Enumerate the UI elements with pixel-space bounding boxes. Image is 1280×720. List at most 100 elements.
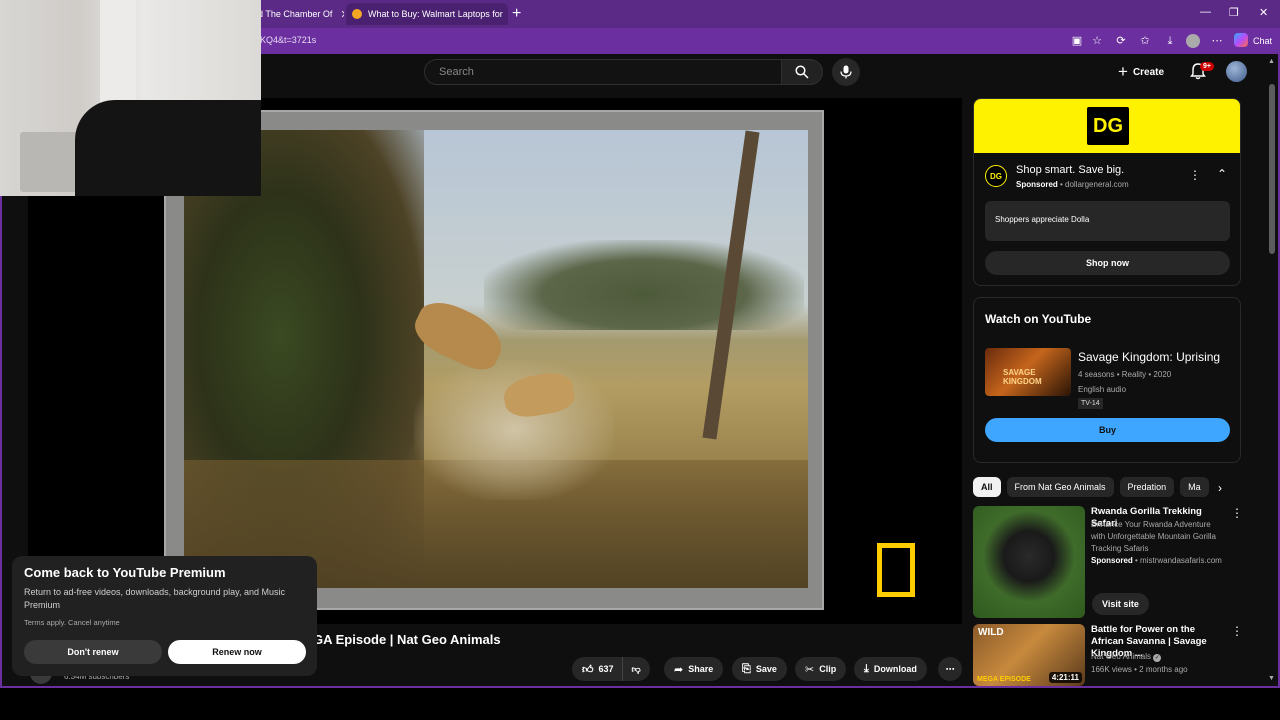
voice-search-button[interactable] [832, 58, 860, 86]
visit-site-button[interactable]: Visit site [1092, 593, 1149, 615]
thumbs-up-icon: 👍︎ [582, 663, 594, 676]
minimize-icon[interactable]: — [1200, 6, 1211, 18]
microphone-icon [840, 65, 852, 79]
clip-label: Clip [819, 664, 837, 674]
share-icon: ➦ [674, 663, 684, 676]
tab-title: d The Chamber Of [258, 9, 333, 19]
scroll-up-icon[interactable]: ▲ [1268, 58, 1275, 65]
ad-domain: dollargeneral.com [1065, 180, 1129, 189]
save-label: Save [755, 664, 777, 674]
clip-button[interactable]: ✂ Clip [795, 657, 847, 681]
rec-domain: mistrwandasafaris.com [1140, 556, 1222, 565]
more-actions-group: ⋯ [938, 657, 962, 681]
video-thumbnail[interactable]: WILD MEGA EPISODE 4:21:11 [973, 624, 1085, 686]
search-placeholder: Search [439, 66, 474, 78]
dg-logo: DG [1087, 107, 1129, 145]
rec-description: Enhance Your Rwanda Adventure with Unfor… [1091, 520, 1216, 553]
sponsored-label: Sponsored [1091, 556, 1133, 565]
save-group: ⎘ Save [732, 657, 787, 681]
recommendation-item[interactable]: Rwanda Gorilla Trekking Safari Enhance Y… [973, 506, 1243, 618]
popup-terms: Terms apply. Cancel anytime [24, 618, 120, 627]
browser-tab[interactable]: d The Chamber Of ✕ [258, 3, 344, 25]
create-button[interactable]: + Create [1118, 61, 1164, 83]
ad-title[interactable]: Shop smart. Save big. [1016, 164, 1124, 176]
thumb-mega-text: MEGA EPISODE [977, 676, 1031, 683]
dislike-button[interactable]: 👎︎ [621, 657, 650, 681]
show-poster[interactable]: SAVAGE KINGDOM [985, 348, 1071, 396]
scroll-down-icon[interactable]: ▼ [1268, 675, 1275, 682]
ad-banner[interactable]: DG [974, 99, 1240, 153]
close-window-icon[interactable]: ✕ [1259, 6, 1268, 19]
natgeo-logo [877, 543, 915, 597]
extensions-icon[interactable]: ⟳ [1114, 34, 1128, 48]
sponsored-ad-card: DG DG Shop smart. Save big. Sponsored • … [973, 98, 1241, 286]
clip-group: ✂ Clip [795, 657, 847, 681]
search-icon [795, 65, 809, 79]
url-field[interactable]: KQ4&t=3721s [260, 35, 316, 45]
chip-all[interactable]: All [973, 477, 1001, 497]
new-tab-icon[interactable]: + [512, 5, 521, 23]
scissors-icon: ✂ [805, 663, 815, 676]
watch-on-youtube-card: Watch on YouTube SAVAGE KINGDOM Savage K… [973, 297, 1241, 463]
favicon-icon [352, 9, 362, 19]
account-avatar[interactable] [1226, 61, 1247, 82]
sponsored-label: Sponsored [1016, 180, 1058, 189]
rec-menu-icon[interactable]: ⋮ [1231, 624, 1243, 638]
rec-channel-line[interactable]: Nat Geo Animals ✓ [1091, 651, 1227, 663]
chip-from-nat-geo[interactable]: From Nat Geo Animals [1006, 477, 1114, 497]
more-menu-icon[interactable]: ⋯ [1210, 34, 1224, 48]
ad-menu-icon[interactable]: ⋮ [1189, 168, 1201, 182]
reader-icon[interactable]: ▣ [1070, 34, 1084, 48]
rating-badge: TV-14 [1078, 398, 1103, 409]
download-icon: ⤓ [864, 662, 869, 675]
popup-description: Return to ad-free videos, downloads, bac… [24, 587, 285, 610]
downloads-icon[interactable]: ⤓ [1163, 34, 1177, 48]
search-button[interactable] [781, 59, 823, 85]
chevron-right-icon[interactable]: › [1218, 481, 1222, 495]
dont-renew-button[interactable]: Don't renew [24, 640, 162, 664]
rec-menu-icon[interactable]: ⋮ [1231, 506, 1243, 520]
video-title: GA Episode | Nat Geo Animals [313, 632, 501, 647]
download-button[interactable]: ⤓ Download [854, 657, 927, 681]
duration-badge: 4:21:11 [1048, 672, 1082, 683]
show-audio: English audio [1078, 385, 1127, 394]
show-title[interactable]: Savage Kingdom: Uprising [1078, 350, 1220, 364]
shop-now-button[interactable]: Shop now [985, 251, 1230, 275]
popup-title: Come back to YouTube Premium [24, 565, 226, 580]
create-label: Create [1132, 66, 1165, 78]
search-input[interactable]: Search [424, 59, 782, 85]
favorites-icon[interactable]: ✩ [1138, 34, 1152, 48]
renew-now-button[interactable]: Renew now [168, 640, 306, 664]
ad-sponsor-line: Sponsored • dollargeneral.com [1016, 180, 1129, 189]
collapse-chevron-icon[interactable]: ⌃ [1217, 167, 1227, 181]
advertiser-icon[interactable]: DG [985, 165, 1007, 187]
more-actions-button[interactable]: ⋯ [938, 657, 962, 681]
save-button[interactable]: ⎘ Save [732, 657, 787, 681]
bookmark-icon: ⎘ [742, 662, 751, 675]
scrollbar-thumb[interactable] [1269, 84, 1275, 254]
recommendation-item[interactable]: WILD MEGA EPISODE 4:21:11 Battle for Pow… [973, 624, 1243, 686]
like-button[interactable]: 👍︎ 637 [572, 657, 622, 681]
tab-title: What to Buy: Walmart Laptops for [368, 9, 503, 19]
favorite-star-icon[interactable]: ☆ [1090, 34, 1104, 48]
share-button[interactable]: ➦ Share [664, 657, 724, 681]
video-content[interactable] [184, 130, 808, 588]
gorilla-thumbnail[interactable] [973, 506, 1085, 618]
close-tab-icon[interactable]: ✕ [340, 8, 344, 21]
chat-label[interactable]: Chat [1253, 36, 1272, 46]
more-icon: ⋯ [945, 663, 955, 674]
ad-text-box: Shoppers appreciate Dolla [985, 201, 1230, 241]
chip-more[interactable]: Ma [1180, 477, 1209, 497]
profile-icon[interactable] [1186, 34, 1200, 48]
restore-icon[interactable]: ❐ [1229, 6, 1239, 19]
show-meta: 4 seasons • Reality • 2020 [1078, 370, 1172, 379]
buy-button[interactable]: Buy [985, 418, 1230, 442]
chip-predation[interactable]: Predation [1119, 477, 1175, 497]
like-count: 637 [598, 664, 614, 674]
like-dislike-group: 👍︎ 637 👎︎ [572, 657, 650, 681]
copilot-icon[interactable] [1234, 33, 1248, 47]
browser-tab-active[interactable]: What to Buy: Walmart Laptops for ✕ [346, 3, 508, 25]
thumb-wild-text: WILD [978, 627, 1004, 638]
premium-renewal-popup: Come back to YouTube Premium Return to a… [12, 556, 317, 676]
watch-heading: Watch on YouTube [985, 312, 1092, 326]
